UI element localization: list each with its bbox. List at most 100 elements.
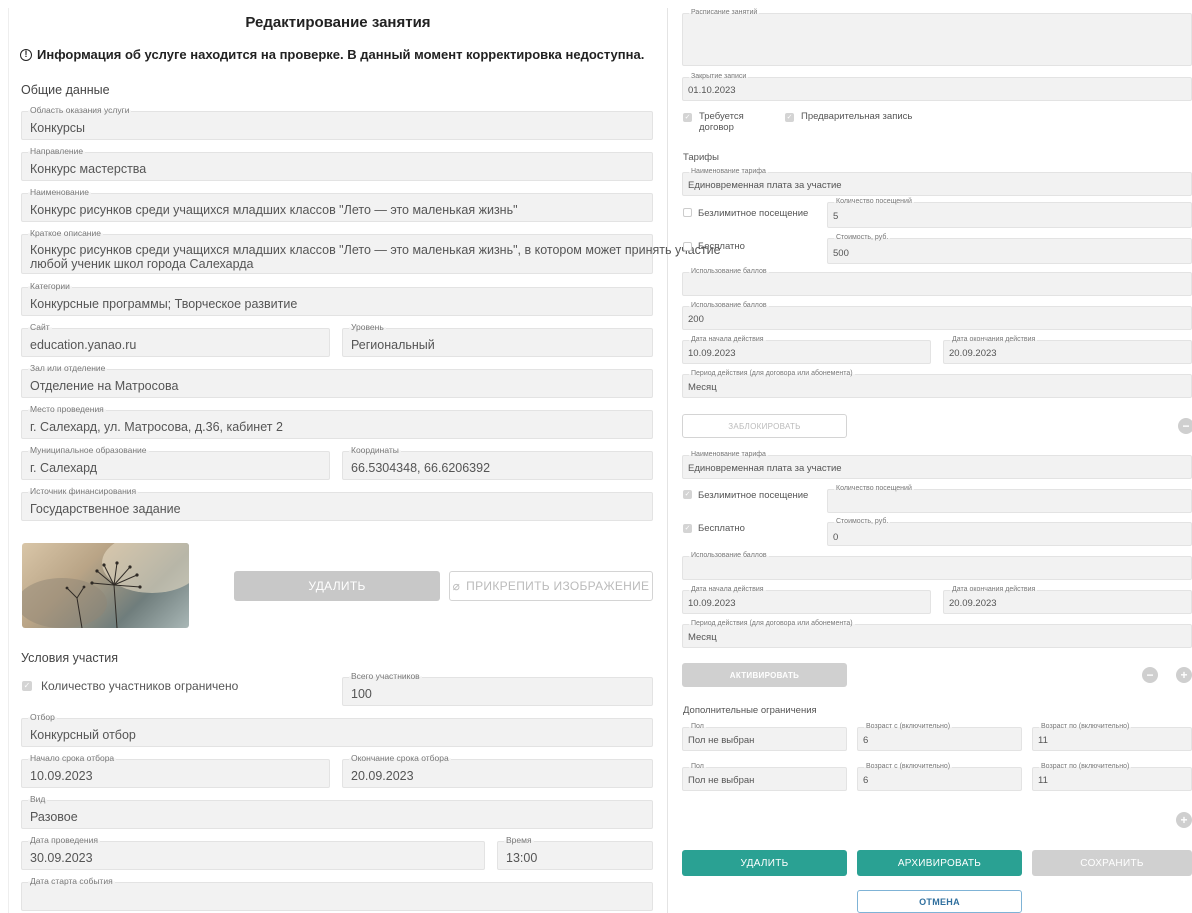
section-conditions: Условия участия [21,651,119,665]
extra1-sex-label: Пол [689,723,706,730]
short-desc-field[interactable]: Краткое описание Конкурс рисунков среди … [21,228,721,274]
name-value: Конкурс рисунков среди учащихся младших … [30,203,518,217]
add-restriction-icon[interactable]: + [1176,812,1192,828]
info-icon: ! [20,48,32,61]
kind-label: Вид [28,794,48,804]
coords-field[interactable]: Координаты 66.5304348, 66.6206392 [342,445,653,480]
tariff2-free-label: Бесплатно [698,523,745,534]
tariff2-points-field[interactable]: Использование баллов [682,552,1192,580]
sel-end-field[interactable]: Окончание срока отбора 20.09.2023 [342,753,653,788]
block-button[interactable]: ЗАБЛОКИРОВАТЬ [682,414,847,438]
tariff2-cost-field[interactable]: Стоимость, руб. 0 [827,518,1192,546]
extra2-to-field[interactable]: Возраст по (включительно) 11 [1032,763,1192,791]
tariff2-visits-field[interactable]: Количество посещений [827,485,1192,513]
site-field[interactable]: Сайт education.yanao.ru [21,322,330,357]
contract-label-1: Требуется [699,111,744,122]
categories-field[interactable]: Категории Конкурсные программы; Творческ… [21,281,653,316]
start-date-field[interactable]: Дата старта события [21,876,653,911]
tariff1-end-label: Дата окончания действия [950,336,1038,343]
municipality-label: Муниципальное образование [28,445,149,455]
tariff1-points2-field[interactable]: Использование баллов 200 [682,302,1192,330]
tariff2-name-value: Единовременная плата за участие [688,463,842,474]
tariff2-name-field[interactable]: Наименование тарифа Единовременная плата… [682,451,1192,479]
extra1-sex-field[interactable]: Пол Пол не выбран [682,723,847,751]
selection-field[interactable]: Отбор Конкурсный отбор [21,712,653,747]
area-value: Конкурсы [30,121,86,135]
notice-text: Информация об услуге находится на провер… [37,47,645,62]
tariff1-points-field[interactable]: Использование баллов [682,268,1192,296]
activate-button[interactable]: АКТИВИРОВАТЬ [682,663,847,687]
close-field[interactable]: Закрытие записи 01.10.2023 [682,73,1192,101]
sel-start-field[interactable]: Начало срока отбора 10.09.2023 [21,753,330,788]
delete-button[interactable]: УДАЛИТЬ [682,850,847,876]
tariff2-free-checkbox[interactable]: ✓ [683,524,692,533]
extra1-from-field[interactable]: Возраст с (включительно) 6 [857,723,1022,751]
area-field[interactable]: Область оказания услуги Конкурсы [21,105,653,140]
add-tariff-icon[interactable]: + [1176,667,1192,683]
place-label: Место проведения [28,404,106,414]
schedule-label: Расписание занятий [689,9,760,16]
schedule-field[interactable]: Расписание занятий [682,9,1192,66]
hall-field[interactable]: Зал или отделение Отделение на Матросова [21,363,653,398]
level-value: Региональный [351,338,435,352]
tariff1-unlimited-checkbox[interactable] [683,208,692,217]
municipality-field[interactable]: Муниципальное образование г. Салехард [21,445,330,480]
tariff1-points2-label: Использование баллов [689,302,769,309]
save-button[interactable]: СОХРАНИТЬ [1032,850,1192,876]
direction-field[interactable]: Направление Конкурс мастерства [21,146,653,181]
funding-field[interactable]: Источник финансирования Государственное … [21,486,653,521]
contract-checkbox[interactable]: ✓ [683,113,692,122]
section-tariffs: Тарифы [683,152,719,163]
kind-field[interactable]: Вид Разовое [21,794,653,829]
tariff1-visits-field[interactable]: Количество посещений 5 [827,198,1192,228]
extra1-from-value: 6 [863,735,869,746]
tariff2-period-field[interactable]: Период действия (для договора или абонем… [682,620,1192,648]
remove-tariff1-icon[interactable]: − [1178,418,1192,434]
archive-button[interactable]: АРХИВИРОВАТЬ [857,850,1022,876]
extra2-sex-field[interactable]: Пол Пол не выбран [682,763,847,791]
short-desc-label: Краткое описание [28,228,103,238]
place-field[interactable]: Место проведения г. Салехард, ул. Матрос… [21,404,653,439]
tariff2-period-value: Месяц [688,632,717,643]
tariff2-name-label: Наименование тарифа [689,451,768,458]
tariff1-end-field[interactable]: Дата окончания действия 20.09.2023 [943,336,1192,364]
coords-value: 66.5304348, 66.6206392 [351,461,491,475]
site-value: education.yanao.ru [30,338,137,352]
hall-label: Зал или отделение [28,363,108,373]
tariff1-name-field[interactable]: Наименование тарифа Единовременная плата… [682,168,1192,196]
cancel-button[interactable]: ОТМЕНА [857,890,1022,913]
extra1-to-field[interactable]: Возраст по (включительно) 11 [1032,723,1192,751]
limited-checkbox[interactable]: ✓ [22,681,32,691]
attach-image-button[interactable]: ⌀ ПРИКРЕПИТЬ ИЗОБРАЖЕНИЕ [449,571,653,601]
tariff2-start-field[interactable]: Дата начала действия 10.09.2023 [682,586,931,614]
time-value: 13:00 [506,851,538,865]
tariff1-cost-field[interactable]: Стоимость, руб. 500 [827,234,1192,264]
tariff1-start-field[interactable]: Дата начала действия 10.09.2023 [682,336,931,364]
tariff2-unlimited-label: Безлимитное посещение [698,490,809,501]
date-value: 30.09.2023 [30,851,93,865]
tariff1-end-value: 20.09.2023 [949,348,997,359]
name-field[interactable]: Наименование Конкурс рисунков среди учащ… [21,187,653,222]
tariff1-free-checkbox[interactable] [683,242,692,251]
prereg-checkbox[interactable]: ✓ [785,113,794,122]
close-label: Закрытие записи [689,73,749,80]
date-field[interactable]: Дата проведения 30.09.2023 [21,835,485,870]
time-label: Время [504,835,534,845]
direction-value: Конкурс мастерства [30,162,147,176]
sel-start-label: Начало срока отбора [28,753,117,763]
total-field[interactable]: Всего участников 100 [342,671,653,706]
time-field[interactable]: Время 13:00 [497,835,653,870]
categories-label: Категории [28,281,72,291]
tariff1-free-label: Бесплатно [698,241,745,252]
name-label: Наименование [28,187,91,197]
level-field[interactable]: Уровень Региональный [342,322,653,357]
extra2-from-field[interactable]: Возраст с (включительно) 6 [857,763,1022,791]
level-label: Уровень [349,322,386,332]
tariff1-period-field[interactable]: Период действия (для договора или абонем… [682,370,1192,398]
funding-value: Государственное задание [30,502,181,516]
remove-tariff2-icon[interactable]: − [1142,667,1158,683]
tariff2-unlimited-checkbox[interactable]: ✓ [683,490,692,499]
tariff2-end-field[interactable]: Дата окончания действия 20.09.2023 [943,586,1192,614]
short-desc-line2: любой ученик школ города Салехарда [30,257,254,271]
delete-image-button[interactable]: УДАЛИТЬ [234,571,440,601]
